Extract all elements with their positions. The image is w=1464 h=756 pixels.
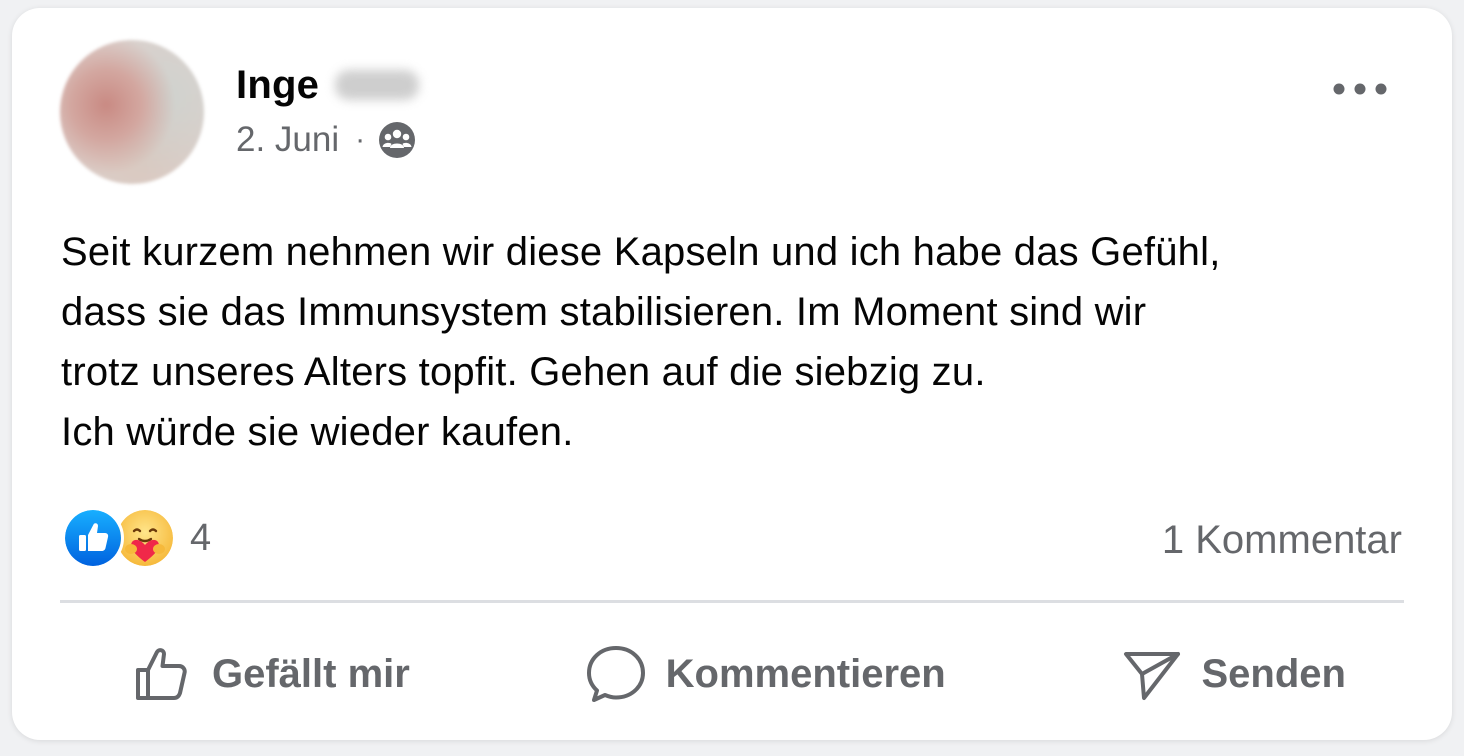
send-button[interactable]: Senden	[1120, 624, 1346, 724]
comment-bubble-icon	[586, 646, 645, 702]
more-options-button[interactable]	[1328, 72, 1392, 106]
reaction-count[interactable]: 4	[190, 517, 211, 560]
friends-icon[interactable]	[377, 120, 417, 160]
like-reaction-icon	[62, 507, 124, 569]
send-icon	[1123, 652, 1180, 700]
author-avatar[interactable]	[60, 40, 204, 184]
author-name[interactable]: Inge	[236, 63, 319, 108]
author-surname-redacted	[335, 70, 420, 100]
post-actions: Gefällt mir Kommentieren Senden	[60, 608, 1404, 740]
post-card: Inge 2. Juni · Seit kurzem nehmen wir di…	[12, 8, 1452, 740]
comment-label: Kommentieren	[665, 651, 946, 696]
like-button[interactable]: Gefällt mir	[130, 624, 410, 724]
meta-separator: ·	[355, 123, 366, 156]
comment-button[interactable]: Kommentieren	[584, 624, 946, 724]
reactions-summary[interactable]: 4	[62, 507, 211, 569]
thumbs-up-icon	[136, 648, 187, 700]
post-meta: 2. Juni ·	[236, 118, 417, 162]
post-text: Seit kurzem nehmen wir diese Kapseln und…	[61, 230, 1221, 454]
send-label: Senden	[1201, 651, 1346, 696]
like-label: Gefällt mir	[212, 651, 410, 696]
post-date[interactable]: 2. Juni	[236, 120, 339, 160]
more-options-icon	[1333, 83, 1387, 95]
comment-count[interactable]: 1 Kommentar	[1162, 512, 1402, 568]
author-name-row: Inge	[236, 60, 420, 110]
actions-divider	[60, 600, 1404, 603]
